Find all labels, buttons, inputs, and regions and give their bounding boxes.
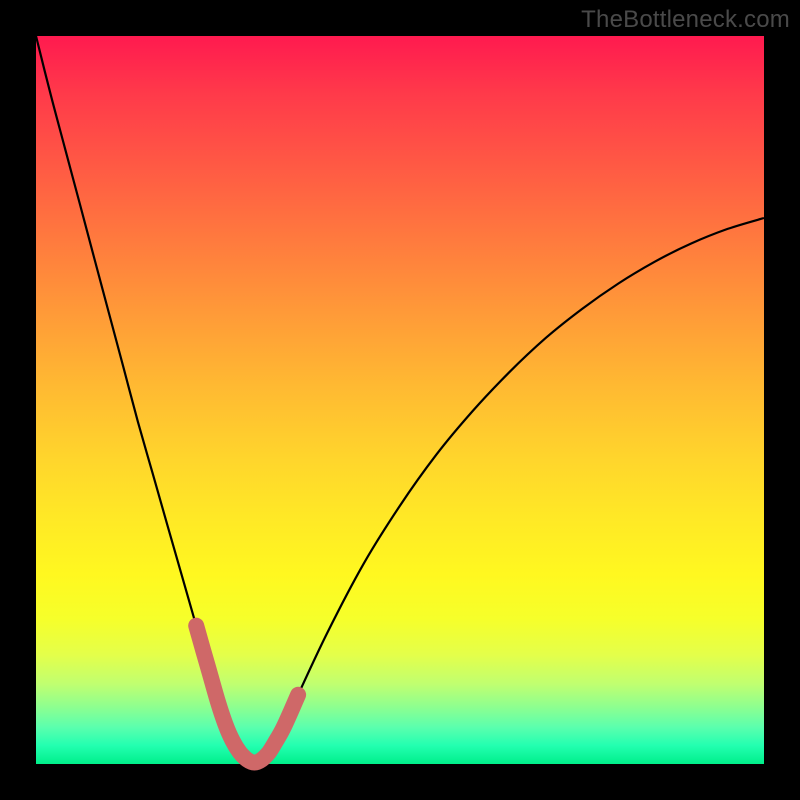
plot-area xyxy=(36,36,764,764)
bottleneck-highlight-path xyxy=(196,626,298,763)
chart-frame: TheBottleneck.com xyxy=(0,0,800,800)
curve-svg xyxy=(36,36,764,764)
watermark-text: TheBottleneck.com xyxy=(581,6,790,34)
bottleneck-curve-path xyxy=(36,36,764,763)
